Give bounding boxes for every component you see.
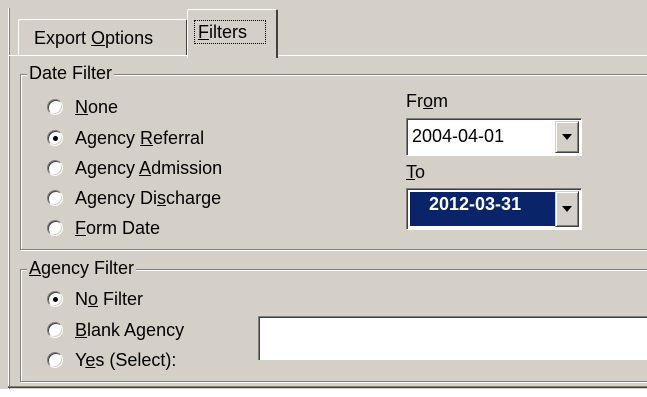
from-label: From [406,91,449,111]
radio-date-none-label: None [75,96,119,117]
radio-date-form-date[interactable]: Form Date [47,216,160,240]
tab-export-options-label: Export Options [34,28,154,48]
tab-filters-label: Filters [198,22,248,42]
from-date-value: 2004-04-01 [412,126,505,146]
radio-agency-yes-select[interactable]: Yes (Select): [47,348,176,372]
radio-date-agency-referral-label: Agency Referral [75,127,205,148]
tab-panel-edge [9,55,647,56]
window-background-strip [0,389,647,397]
frame-edge-bottom [8,386,647,388]
export-dialog: Export Options Filters Date Filter None … [0,0,647,397]
to-date-combo[interactable]: 2012-03-31 [406,188,582,230]
radio-date-agency-admission-label: Agency Admission [75,157,223,178]
radio-agency-referral-indicator[interactable] [47,130,63,146]
radio-none-indicator[interactable] [47,99,63,115]
radio-form-date-indicator[interactable] [47,220,63,236]
radio-agency-yes-select-label: Yes (Select): [75,349,177,370]
radio-date-none[interactable]: None [47,95,118,119]
radio-yes-select-indicator[interactable] [47,352,63,368]
radio-no-filter-indicator[interactable] [47,291,63,307]
chevron-down-icon [562,134,572,140]
to-date-value: 2012-03-31 [429,194,522,214]
date-filter-legend: Date Filter [27,63,115,84]
radio-blank-agency-indicator[interactable] [47,322,63,338]
radio-agency-no-filter-label: No Filter [75,288,144,309]
radio-date-agency-admission[interactable]: Agency Admission [47,156,222,180]
to-label: To [406,162,426,182]
radio-date-agency-discharge[interactable]: Agency Discharge [47,186,221,210]
radio-date-agency-discharge-label: Agency Discharge [75,187,222,208]
agency-select-field[interactable] [258,316,647,360]
chevron-down-icon [562,206,572,212]
radio-date-agency-referral[interactable]: Agency Referral [47,126,204,150]
tab-export-options[interactable]: Export Options [18,19,188,55]
radio-agency-discharge-indicator[interactable] [47,190,63,206]
radio-agency-blank-label: Blank Agency [75,319,185,340]
tab-filters[interactable]: Filters [187,9,278,58]
radio-agency-blank[interactable]: Blank Agency [47,318,184,342]
radio-date-form-date-label: Form Date [75,217,161,238]
to-date-dropdown-button[interactable] [555,191,579,227]
frame-edge-left [8,8,10,391]
radio-agency-no-filter[interactable]: No Filter [47,287,143,311]
agency-filter-legend: Agency Filter [27,258,137,279]
radio-agency-admission-indicator[interactable] [47,160,63,176]
from-date-combo[interactable]: 2004-04-01 [406,118,582,156]
from-date-dropdown-button[interactable] [555,121,579,153]
